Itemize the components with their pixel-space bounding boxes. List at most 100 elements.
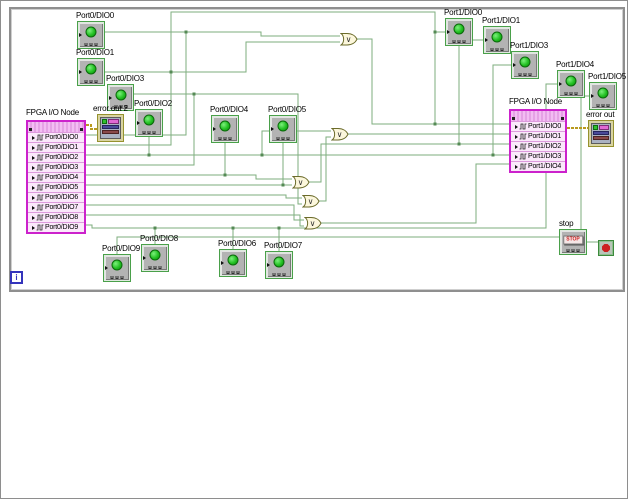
terminal-pins xyxy=(110,276,124,279)
fpga-node-label: FPGA I/O Node xyxy=(26,108,79,117)
direction-arrow-icon xyxy=(559,82,562,86)
led-icon xyxy=(565,75,577,87)
terminal-label: Port1/DIO1 xyxy=(482,16,521,25)
or-gate[interactable]: ∨ xyxy=(301,195,320,208)
terminal-label: Port1/DIO0 xyxy=(444,8,483,17)
svg-text:∨: ∨ xyxy=(308,197,314,206)
terminal-pins xyxy=(148,266,162,269)
row-arrow-icon xyxy=(32,195,35,200)
error-cluster-label: error out 2 xyxy=(93,104,128,113)
svg-text:∨: ∨ xyxy=(337,130,343,139)
boolean-terminal-port1-dio0[interactable] xyxy=(445,18,473,46)
source-field xyxy=(102,125,119,129)
fpga-node-row-port1-dio1[interactable]: Port1/DIO1 xyxy=(511,131,565,141)
direction-arrow-icon xyxy=(221,261,224,265)
row-label: Port0/DIO3 xyxy=(45,164,79,171)
fpga-node-row-port0-dio7[interactable]: Port0/DIO7 xyxy=(28,202,84,212)
direction-arrow-icon xyxy=(485,38,488,42)
terminal-label: Port0/DIO3 xyxy=(106,74,145,83)
waveform-icon xyxy=(36,144,44,151)
led-icon xyxy=(85,63,97,75)
led-icon xyxy=(115,89,126,101)
terminal-label: Port1/DIO4 xyxy=(556,60,595,69)
direction-arrow-icon xyxy=(79,70,82,74)
boolean-terminal-port1-dio1[interactable] xyxy=(483,26,511,54)
fpga-node-row-port0-dio6[interactable]: Port0/DIO6 xyxy=(28,192,84,202)
row-arrow-icon xyxy=(32,165,35,170)
row-label: Port0/DIO8 xyxy=(45,214,79,221)
fpga-node-row-port0-dio3[interactable]: Port0/DIO3 xyxy=(28,162,84,172)
labview-block-diagram: i stop STOP Port0/DIO0 Port0/DIO1 Port0/DI… xyxy=(0,0,628,499)
waveform-icon xyxy=(519,123,527,130)
led-icon xyxy=(491,31,503,43)
terminal-pins xyxy=(272,273,286,276)
fpga-node-row-port0-dio0[interactable]: Port0/DIO0 xyxy=(28,132,84,142)
waveform-icon xyxy=(519,163,527,170)
boolean-terminal-port0-dio2[interactable] xyxy=(135,109,163,137)
or-gate[interactable]: ∨ xyxy=(330,128,349,141)
row-label: Port0/DIO7 xyxy=(45,204,79,211)
led-icon xyxy=(519,56,531,68)
waveform-icon xyxy=(36,164,44,171)
or-gate[interactable]: ∨ xyxy=(339,33,358,46)
row-label: Port0/DIO9 xyxy=(45,224,79,231)
direction-arrow-icon xyxy=(271,127,274,131)
source-field xyxy=(593,131,609,135)
error-cluster-error-out[interactable] xyxy=(588,120,614,147)
boolean-terminal-port0-dio9[interactable] xyxy=(103,254,131,282)
fpga-node-row-port0-dio9[interactable]: Port0/DIO9 xyxy=(28,222,84,232)
terminal-pins xyxy=(84,80,98,83)
boolean-terminal-port1-dio3[interactable] xyxy=(511,51,539,79)
boolean-terminal-port1-dio5[interactable] xyxy=(589,82,617,110)
fpga-node-row-port0-dio4[interactable]: Port0/DIO4 xyxy=(28,172,84,182)
loop-iteration-terminal[interactable]: i xyxy=(10,271,23,284)
svg-text:∨: ∨ xyxy=(346,35,352,44)
fpga-io-node-0[interactable]: Port0/DIO0 Port0/DIO1 Port0/DIO2 Port0/DIO3… xyxy=(26,120,86,234)
or-gate[interactable]: ∨ xyxy=(291,176,310,189)
led-icon xyxy=(85,26,97,38)
direction-arrow-icon xyxy=(213,127,216,131)
boolean-terminal-port0-dio5[interactable] xyxy=(269,115,297,143)
stop-button-terminal[interactable]: STOP xyxy=(559,229,587,255)
fpga-node-row-port1-dio4[interactable]: Port1/DIO4 xyxy=(511,161,565,171)
fpga-node-label: FPGA I/O Node xyxy=(509,97,562,106)
terminal-label: Port0/DIO0 xyxy=(76,11,115,20)
row-label: Port0/DIO2 xyxy=(45,154,79,161)
error-cluster-error-out-2[interactable] xyxy=(97,114,124,142)
row-label: Port0/DIO6 xyxy=(45,194,79,201)
led-icon xyxy=(111,259,123,271)
direction-arrow-icon xyxy=(109,95,112,100)
direction-arrow-icon xyxy=(143,256,146,260)
fpga-node-row-port0-dio5[interactable]: Port0/DIO5 xyxy=(28,182,84,192)
boolean-terminal-port0-dio8[interactable] xyxy=(141,244,169,272)
boolean-terminal-port1-dio4[interactable] xyxy=(557,70,585,98)
led-icon xyxy=(143,114,155,126)
waveform-icon xyxy=(36,214,44,221)
terminal-label: Port0/DIO5 xyxy=(268,105,307,114)
boolean-terminal-port0-dio7[interactable] xyxy=(265,251,293,279)
fpga-node-row-port1-dio0[interactable]: Port1/DIO0 xyxy=(511,121,565,131)
fpga-node-row-port1-dio3[interactable]: Port1/DIO3 xyxy=(511,151,565,161)
row-arrow-icon xyxy=(515,164,518,169)
boolean-terminal-port0-dio1[interactable] xyxy=(77,58,105,86)
boolean-terminal-port0-dio0[interactable] xyxy=(77,21,105,49)
fpga-node-row-port1-dio2[interactable]: Port1/DIO2 xyxy=(511,141,565,151)
boolean-terminal-port0-dio4[interactable] xyxy=(211,115,239,143)
row-label: Port0/DIO0 xyxy=(45,134,79,141)
boolean-terminal-port0-dio6[interactable] xyxy=(219,249,247,277)
terminal-pins xyxy=(84,43,98,46)
fpga-io-node-1[interactable]: Port1/DIO0 Port1/DIO1 Port1/DIO2 Port1/DIO3… xyxy=(509,109,567,173)
code-field xyxy=(108,119,119,124)
waveform-icon xyxy=(36,204,44,211)
stop-button[interactable]: STOP xyxy=(563,235,583,245)
or-gate[interactable]: ∨ xyxy=(303,217,322,230)
row-arrow-icon xyxy=(515,144,518,149)
fpga-node-row-port0-dio2[interactable]: Port0/DIO2 xyxy=(28,152,84,162)
fpga-node-row-port0-dio1[interactable]: Port0/DIO1 xyxy=(28,142,84,152)
loop-condition-terminal[interactable] xyxy=(598,240,614,256)
direction-arrow-icon xyxy=(513,63,516,67)
row-label: Port1/DIO1 xyxy=(528,133,562,140)
waveform-icon xyxy=(36,184,44,191)
fpga-node-row-port0-dio8[interactable]: Port0/DIO8 xyxy=(28,212,84,222)
row-arrow-icon xyxy=(32,205,35,210)
